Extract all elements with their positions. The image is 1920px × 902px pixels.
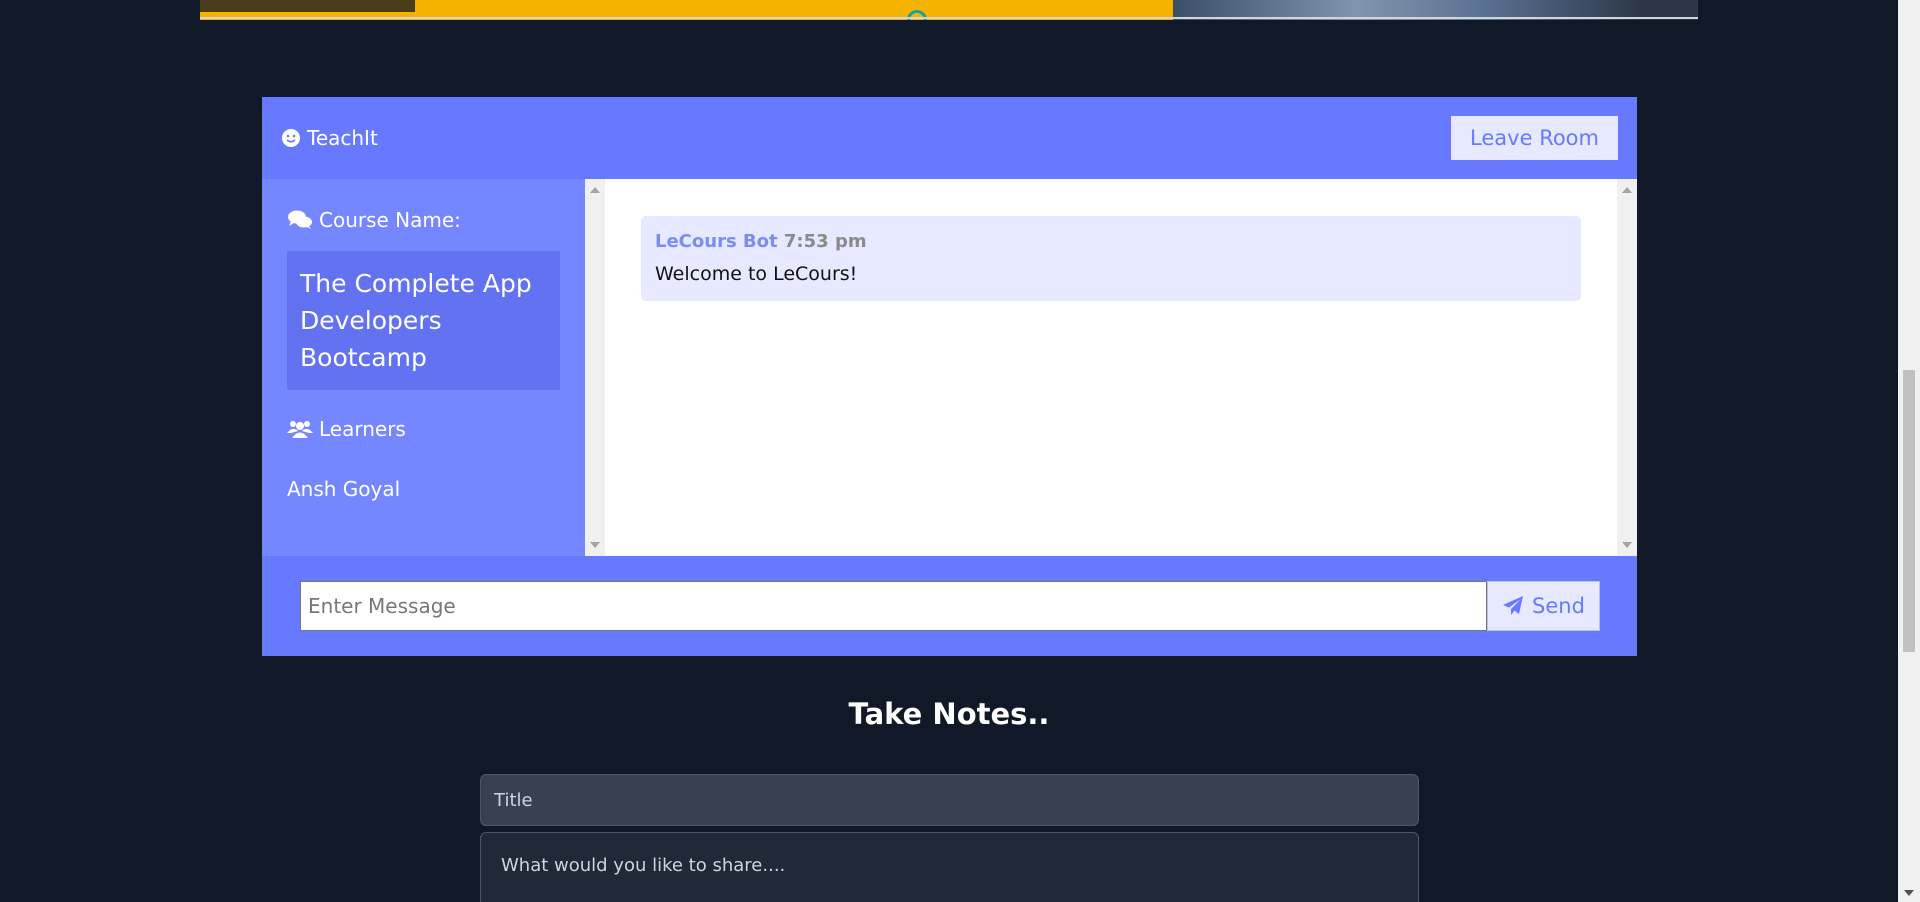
message-input[interactable] [300, 581, 1487, 631]
course-heading: Course Name: [287, 208, 560, 232]
scroll-up-icon[interactable] [590, 187, 600, 193]
paper-plane-icon [1503, 596, 1524, 615]
message-author: LeCours Bot [655, 231, 778, 252]
send-button[interactable]: Send [1487, 581, 1600, 631]
message: LeCours Bot 7:53 pm Welcome to LeCours! [641, 216, 1581, 301]
chat-messages: LeCours Bot 7:53 pm Welcome to LeCours! [605, 179, 1617, 556]
message-time: 7:53 pm [783, 231, 867, 252]
users-icon [287, 421, 313, 438]
message-meta: LeCours Bot 7:53 pm [655, 231, 1567, 252]
scroll-down-icon[interactable] [1622, 542, 1632, 548]
course-name: The Complete App Developers Bootcamp [287, 251, 560, 390]
comments-icon [288, 210, 312, 229]
learners-heading-label: Learners [319, 417, 406, 441]
brand: TeachIt [281, 126, 378, 150]
scroll-down-icon[interactable] [590, 542, 600, 548]
page-scrollbar[interactable] [1898, 0, 1920, 902]
scrollbar[interactable] [1617, 179, 1637, 556]
course-heading-label: Course Name: [319, 208, 461, 232]
notes-heading: Take Notes.. [848, 697, 1050, 731]
chat-header: TeachIt Leave Room [262, 97, 1637, 179]
user-list: Ansh Goyal [287, 477, 560, 501]
send-label: Send [1532, 594, 1585, 618]
chat-container: TeachIt Leave Room Course Name: The Comp… [262, 97, 1637, 656]
banner-divider [200, 17, 1698, 19]
chat-form: Send [262, 556, 1637, 656]
brand-name: TeachIt [307, 126, 378, 150]
learners-heading: Learners [287, 417, 560, 441]
chat-sidebar: Course Name: The Complete App Developers… [262, 179, 585, 556]
note-body-input[interactable]: What would you like to share.... [480, 832, 1419, 902]
scroll-down-icon[interactable] [1904, 890, 1914, 896]
chat-main: Course Name: The Complete App Developers… [262, 179, 1637, 556]
scroll-up-icon[interactable] [1622, 187, 1632, 193]
scrollbar[interactable] [585, 179, 605, 556]
messages-pane: LeCours Bot 7:53 pm Welcome to LeCours! [585, 179, 1637, 556]
smile-icon [282, 129, 300, 147]
note-title-input[interactable]: Title [480, 774, 1419, 826]
list-item: Ansh Goyal [287, 477, 401, 501]
message-text: Welcome to LeCours! [655, 263, 858, 285]
scrollbar-thumb[interactable] [1903, 370, 1915, 652]
leave-room-button[interactable]: Leave Room [1451, 116, 1618, 160]
